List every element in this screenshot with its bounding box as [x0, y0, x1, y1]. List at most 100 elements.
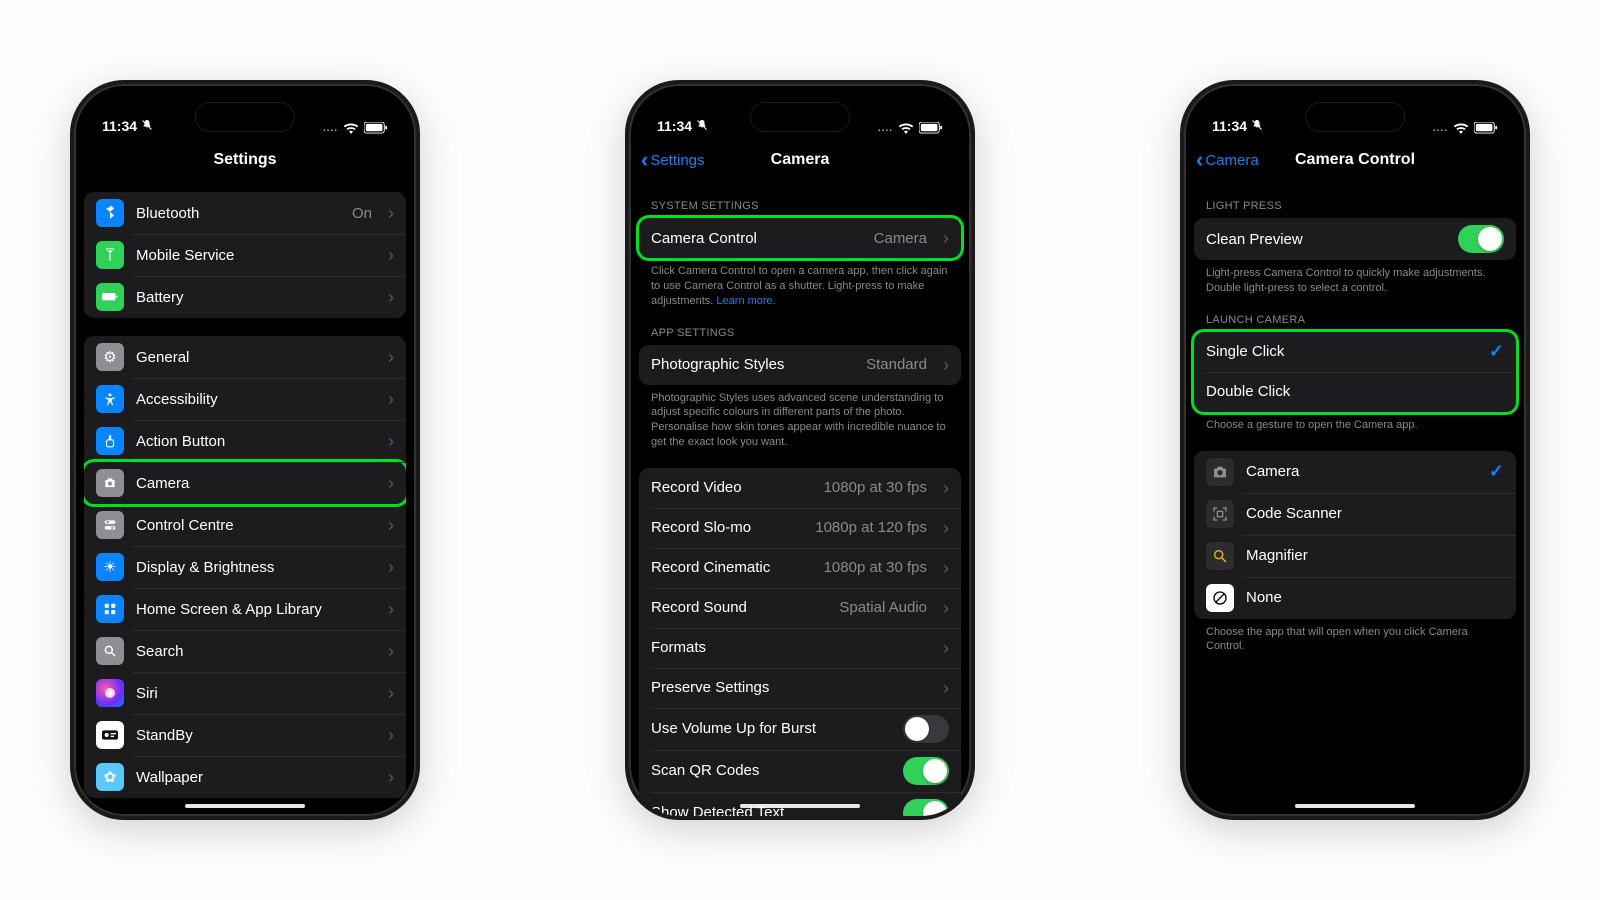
chevron-right-icon: ›	[388, 600, 394, 618]
status-left: 11:34	[1212, 118, 1263, 134]
dynamic-island	[195, 102, 295, 132]
status-time: 11:34	[657, 118, 692, 134]
learn-more-link[interactable]: Learn more.	[716, 295, 775, 307]
row-value: 1080p at 30 fps	[824, 559, 927, 576]
check-icon: ✓	[1489, 341, 1504, 362]
toggle[interactable]	[1458, 225, 1504, 253]
row-mobile-service[interactable]: Mobile Service ›	[84, 234, 406, 276]
back-button[interactable]: ‹ Camera	[1196, 147, 1259, 173]
row-clean-preview[interactable]: Clean Preview	[1194, 218, 1516, 260]
phone-settings: 11:34 .... Settings Bluetooth On ›	[70, 80, 420, 820]
row-control-centre[interactable]: Control Centre ›	[84, 504, 406, 546]
accessibility-icon	[96, 385, 124, 413]
standby-icon	[96, 721, 124, 749]
navbar: ‹ Camera Camera Control	[1184, 138, 1526, 182]
battery-icon	[364, 122, 388, 134]
chevron-right-icon: ›	[943, 519, 949, 537]
bell-slash-icon	[1251, 118, 1263, 134]
row-app-none[interactable]: None	[1194, 577, 1516, 619]
row-label: Display & Brightness	[136, 559, 372, 576]
row-general[interactable]: ⚙︎ General ›	[84, 336, 406, 378]
row-value: 1080p at 120 fps	[815, 519, 927, 536]
toggle[interactable]	[903, 715, 949, 743]
wifi-icon	[1453, 122, 1469, 134]
row-app-code-scanner[interactable]: Code Scanner	[1194, 493, 1516, 535]
row-record-slomo[interactable]: Record Slo-mo 1080p at 120 fps ›	[639, 508, 961, 548]
row-label: Clean Preview	[1206, 231, 1446, 248]
row-record-cinematic[interactable]: Record Cinematic 1080p at 30 fps ›	[639, 548, 961, 588]
section-header: LAUNCH CAMERA	[1194, 314, 1516, 332]
row-label: Magnifier	[1246, 547, 1504, 564]
row-label: Record Video	[651, 479, 812, 496]
gear-icon: ⚙︎	[96, 343, 124, 371]
row-app-magnifier[interactable]: Magnifier	[1194, 535, 1516, 577]
row-label: Battery	[136, 289, 372, 306]
home-indicator[interactable]	[185, 804, 305, 808]
row-record-sound[interactable]: Record Sound Spatial Audio ›	[639, 588, 961, 628]
row-wallpaper[interactable]: ✿ Wallpaper ›	[84, 756, 406, 798]
chevron-right-icon: ›	[388, 726, 394, 744]
antenna-icon	[96, 241, 124, 269]
wifi-icon	[898, 122, 914, 134]
home-indicator[interactable]	[740, 804, 860, 808]
battery-icon	[919, 122, 943, 134]
row-label: Record Cinematic	[651, 559, 812, 576]
row-photographic-styles[interactable]: Photographic Styles Standard ›	[639, 345, 961, 385]
chevron-right-icon: ›	[388, 642, 394, 660]
search-icon	[96, 637, 124, 665]
row-search[interactable]: Search ›	[84, 630, 406, 672]
qr-scan-icon	[1206, 500, 1234, 528]
sun-icon: ☀︎	[96, 553, 124, 581]
row-siri[interactable]: Siri ›	[84, 672, 406, 714]
chevron-right-icon: ›	[943, 639, 949, 657]
row-label: Wallpaper	[136, 769, 372, 786]
action-button-icon	[96, 427, 124, 455]
row-scan-qr[interactable]: Scan QR Codes	[639, 750, 961, 792]
row-value: On	[352, 205, 372, 222]
sliders-icon	[96, 511, 124, 539]
row-action-button[interactable]: Action Button ›	[84, 420, 406, 462]
row-volume-burst[interactable]: Use Volume Up for Burst	[639, 708, 961, 750]
row-single-click[interactable]: Single Click ✓	[1194, 332, 1516, 372]
section-footer: Click Camera Control to open a camera ap…	[639, 258, 961, 309]
camera-icon	[96, 469, 124, 497]
row-app-camera[interactable]: Camera ✓	[1194, 451, 1516, 493]
battery-icon	[1474, 122, 1498, 134]
check-icon: ✓	[1489, 461, 1504, 482]
row-label: Single Click	[1206, 343, 1477, 360]
chevron-right-icon: ›	[388, 390, 394, 408]
flower-icon: ✿	[96, 763, 124, 791]
toggle[interactable]	[903, 757, 949, 785]
status-left: 11:34	[102, 118, 153, 134]
row-label: Siri	[136, 685, 372, 702]
toggle[interactable]	[903, 799, 949, 816]
dynamic-island	[750, 102, 850, 132]
row-home-screen[interactable]: Home Screen & App Library ›	[84, 588, 406, 630]
row-preserve-settings[interactable]: Preserve Settings ›	[639, 668, 961, 708]
row-record-video[interactable]: Record Video 1080p at 30 fps ›	[639, 468, 961, 508]
row-double-click[interactable]: Double Click	[1194, 372, 1516, 412]
row-standby[interactable]: StandBy ›	[84, 714, 406, 756]
row-label: Code Scanner	[1246, 505, 1504, 522]
row-bluetooth[interactable]: Bluetooth On ›	[84, 192, 406, 234]
back-button[interactable]: ‹ Settings	[641, 147, 705, 173]
row-label: Search	[136, 643, 372, 660]
row-camera[interactable]: Camera ›	[84, 462, 406, 504]
row-accessibility[interactable]: Accessibility ›	[84, 378, 406, 420]
section-header: APP SETTINGS	[639, 327, 961, 345]
phone-camera-settings: 11:34 .... ‹ Settings Camera SYSTEM SETT…	[625, 80, 975, 820]
row-battery[interactable]: Battery ›	[84, 276, 406, 318]
row-label: None	[1246, 589, 1504, 606]
row-value: Standard	[866, 356, 927, 373]
chevron-right-icon: ›	[943, 229, 949, 247]
section-header: LIGHT PRESS	[1194, 200, 1516, 218]
row-label: Photographic Styles	[651, 356, 854, 373]
row-label: Control Centre	[136, 517, 372, 534]
row-display-brightness[interactable]: ☀︎ Display & Brightness ›	[84, 546, 406, 588]
home-indicator[interactable]	[1295, 804, 1415, 808]
row-label: Formats	[651, 639, 927, 656]
row-camera-control[interactable]: Camera Control Camera ›	[639, 218, 961, 258]
chevron-right-icon: ›	[388, 474, 394, 492]
row-formats[interactable]: Formats ›	[639, 628, 961, 668]
chevron-right-icon: ›	[388, 684, 394, 702]
